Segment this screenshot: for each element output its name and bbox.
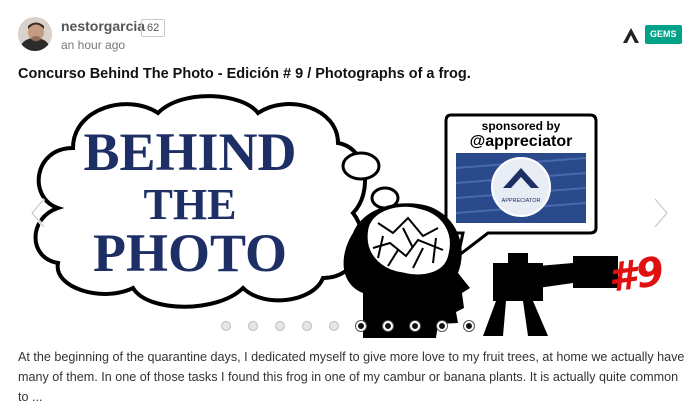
post-banner-image[interactable]: BEHIND THE PHOTO sponsored by @appreciat… [18, 88, 680, 338]
carousel-dot[interactable] [356, 321, 366, 331]
post-excerpt[interactable]: At the beginning of the quarantine days,… [18, 347, 686, 407]
carousel-dot[interactable] [383, 321, 393, 331]
carousel-dot[interactable] [221, 321, 231, 331]
sponsored-label: sponsored by [482, 119, 561, 133]
carousel-dot[interactable] [248, 321, 258, 331]
carousel-dot[interactable] [437, 321, 447, 331]
banner-text-behind: BEHIND [83, 122, 296, 182]
sponsor-handle: @appreciator [470, 133, 573, 150]
carousel-dot[interactable] [302, 321, 312, 331]
carousel-dot[interactable] [275, 321, 285, 331]
edition-number: #9 [605, 248, 667, 301]
chevron-left-icon[interactable] [25, 193, 51, 233]
post-time[interactable]: an hour ago [61, 38, 125, 52]
logo-text: APPRECIATOR [502, 198, 541, 204]
sponsor-bubble: sponsored by @appreciator APPRECIATOR [444, 113, 598, 260]
gems-badge[interactable]: GEMS [645, 25, 682, 44]
avatar[interactable] [18, 17, 52, 51]
carousel-dot[interactable] [410, 321, 420, 331]
reputation-badge: 62 [141, 19, 166, 37]
banner-text-photo: PHOTO [93, 223, 287, 283]
camera-silhouette [483, 253, 618, 336]
chevron-right-icon[interactable] [648, 193, 674, 233]
post-title[interactable]: Concurso Behind The Photo - Edición # 9 … [18, 66, 678, 82]
author-name[interactable]: nestorgarcia [61, 18, 145, 34]
head-silhouette [343, 203, 470, 338]
carousel-dot[interactable] [464, 321, 474, 331]
app-logo-icon[interactable] [621, 25, 641, 45]
banner-text-the: THE [144, 180, 237, 229]
post-card: nestorgarcia 62 an hour ago GEMS Concurs… [0, 0, 698, 415]
carousel-dot[interactable] [329, 321, 339, 331]
